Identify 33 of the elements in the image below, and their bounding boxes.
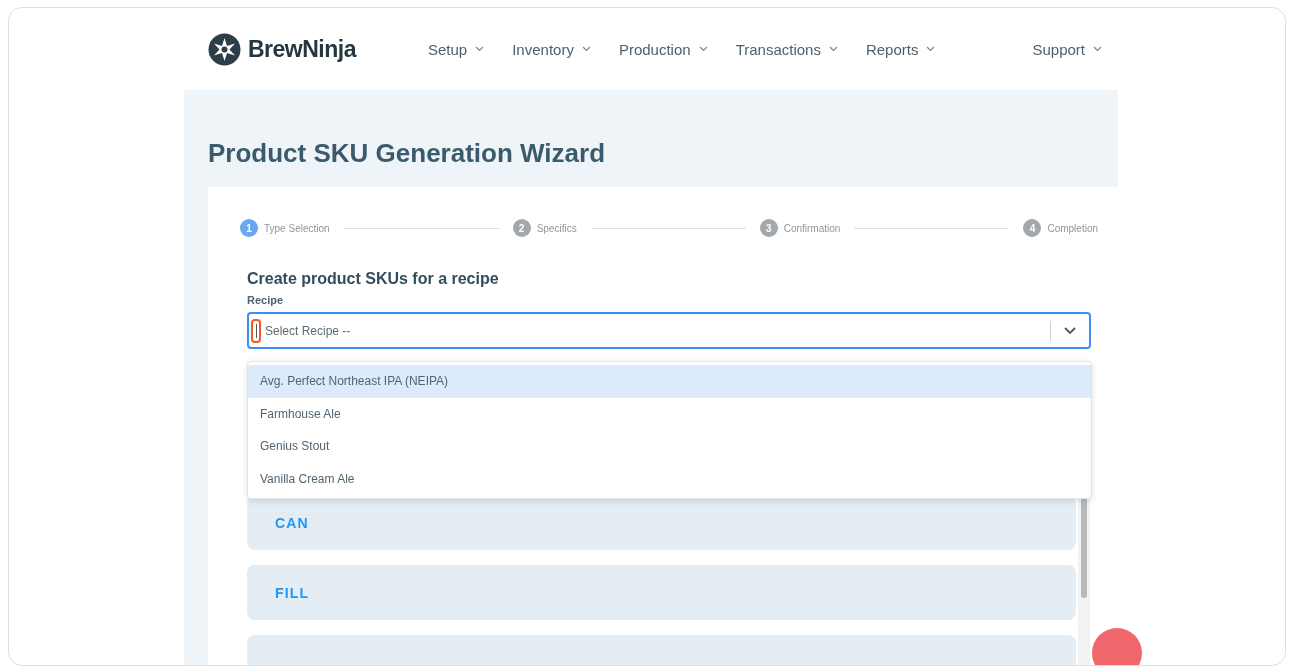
recipe-select[interactable]: Select Recipe -- xyxy=(247,312,1091,349)
chevron-down-icon xyxy=(698,46,708,52)
text-cursor-icon xyxy=(255,323,257,338)
step-number: 4 xyxy=(1023,219,1042,237)
step-label: Confirmation xyxy=(783,222,841,234)
nav-menu-item[interactable]: Transactions xyxy=(735,40,838,58)
chevron-down-icon xyxy=(475,46,485,52)
brand-name: BrewNinja xyxy=(248,35,356,63)
step-number: 1 xyxy=(240,219,258,237)
dropdown-option[interactable]: Genius Stout xyxy=(248,430,1091,463)
chevron-down-icon xyxy=(828,46,838,52)
page-title: Product SKU Generation Wizard xyxy=(208,138,607,169)
step-label: Type Selection xyxy=(264,222,330,234)
section-heading: Create product SKUs for a recipe xyxy=(247,270,500,288)
dropdown-option[interactable]: Farmhouse Ale xyxy=(248,397,1091,430)
chevron-down-icon xyxy=(1063,326,1077,335)
nav-menu-item[interactable]: Setup xyxy=(428,40,485,58)
chevron-down-icon xyxy=(926,46,936,52)
nav-menu-item[interactable]: Inventory xyxy=(512,40,591,58)
chevron-down-icon xyxy=(581,46,591,52)
logo-icon xyxy=(208,32,241,66)
nav-menu-item[interactable]: Production xyxy=(618,40,708,58)
step-number: 2 xyxy=(512,219,531,237)
step-label: Specifics xyxy=(536,222,577,234)
nav-menu-item[interactable]: Support xyxy=(1032,40,1102,58)
dropdown-option[interactable]: Avg. Perfect Northeast IPA (NEIPA) xyxy=(248,365,1091,398)
dropdown-option[interactable]: Vanilla Cream Ale xyxy=(248,462,1091,495)
chevron-down-icon xyxy=(1093,46,1102,52)
step-label: Completion xyxy=(1047,222,1098,234)
step-number: 3 xyxy=(759,219,778,237)
chat-button[interactable] xyxy=(1092,628,1142,665)
field-label: Recipe xyxy=(247,294,285,306)
nav-menu-item[interactable]: Reports xyxy=(865,40,936,58)
